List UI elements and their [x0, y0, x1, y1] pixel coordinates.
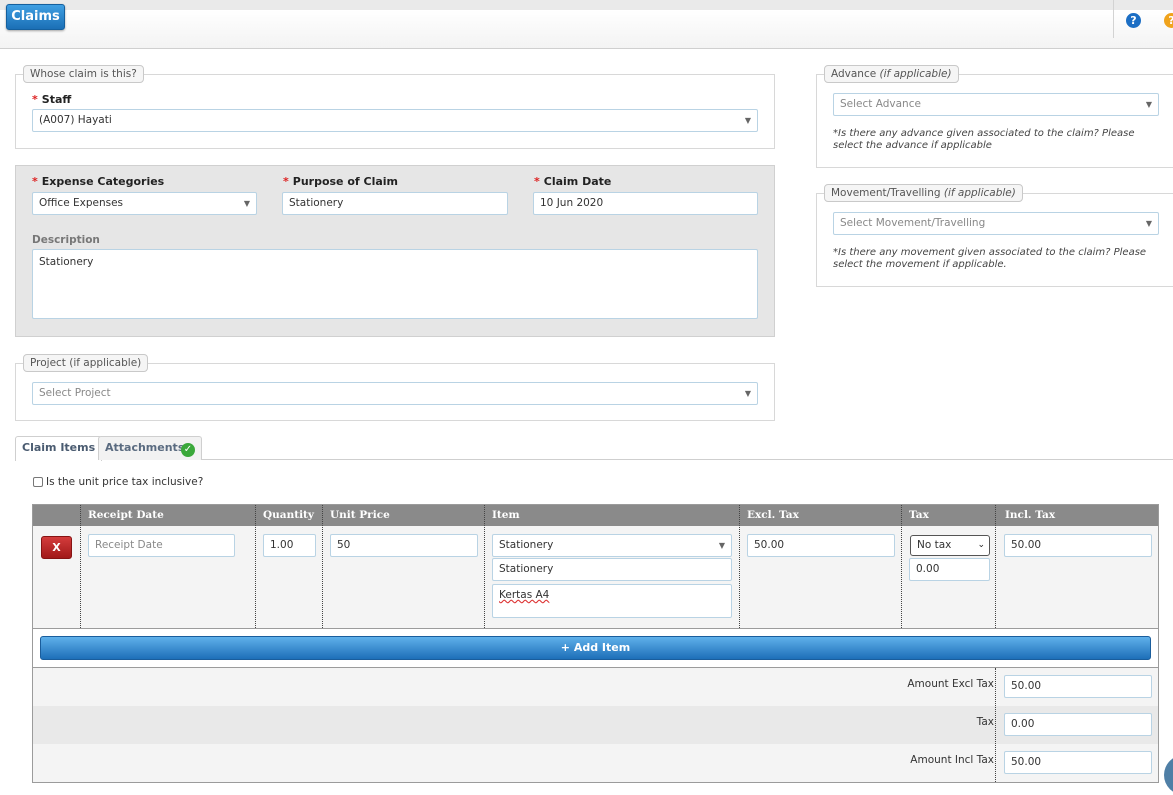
tax-inclusive-checkbox[interactable] [33, 477, 43, 487]
item-name-input[interactable]: Stationery [492, 558, 732, 581]
project-legend: Project (if applicable) [23, 354, 149, 372]
tax-select-value: No tax [917, 539, 952, 551]
chevron-down-icon: ▼ [718, 541, 725, 550]
advance-panel [816, 74, 1173, 168]
staff-label: * Staff [32, 93, 72, 106]
column-divider [901, 505, 902, 628]
item-select-value: Stationery [499, 539, 554, 551]
expense-categories-label: * Expense Categories [32, 175, 165, 188]
unit-price-input[interactable]: 50 [330, 534, 478, 557]
summary-row-tax: Tax 0.00 [33, 706, 1158, 744]
chevron-down-icon: ▼ [1145, 100, 1152, 109]
advance-placeholder: Select Advance [840, 98, 921, 110]
purpose-label: * Purpose of Claim [283, 175, 399, 188]
column-divider [995, 668, 996, 782]
column-divider [739, 505, 740, 628]
movement-note: *Is there any movement given associated … [833, 247, 1147, 270]
description-label: Description [32, 234, 100, 246]
staff-value: (A007) Hayati [39, 114, 112, 126]
receipt-date-input[interactable]: Receipt Date [88, 534, 235, 557]
tax-select[interactable]: No tax ⌄ [910, 535, 990, 556]
checkmark-icon: ✓ [181, 443, 195, 457]
column-divider [322, 505, 323, 628]
column-divider [80, 505, 81, 628]
claim-items-table: Receipt Date Quantity Unit Price Item Ex… [32, 504, 1159, 783]
tax-total-label: Tax [976, 716, 994, 728]
amount-excl-label: Amount Excl Tax [907, 678, 994, 690]
quantity-input[interactable]: 1.00 [263, 534, 316, 557]
summary-row-incl: Amount Incl Tax 50.00 [33, 744, 1158, 782]
item-description-textarea[interactable]: Kertas A4 [492, 584, 732, 618]
header-unit-price: Unit Price [330, 509, 390, 521]
column-divider [484, 505, 485, 628]
delete-row-button[interactable]: X [41, 536, 72, 559]
summary-row-excl: Amount Excl Tax 50.00 [33, 668, 1158, 706]
claim-date-label: * Claim Date [534, 175, 612, 188]
top-divider [1113, 0, 1114, 38]
movement-select[interactable]: Select Movement/Travelling ▼ [833, 212, 1159, 235]
chevron-down-icon: ▼ [243, 199, 250, 208]
item-select[interactable]: Stationery ▼ [492, 534, 732, 557]
tax-inclusive-label: Is the unit price tax inclusive? [46, 476, 204, 488]
help-icon[interactable]: ? [1126, 13, 1141, 28]
expense-categories-select[interactable]: Office Expenses ▼ [32, 192, 257, 215]
item-description-value: Kertas A4 [499, 589, 550, 601]
staff-select[interactable]: (A007) Hayati ▼ [32, 109, 758, 132]
amount-incl-input[interactable]: 50.00 [1004, 751, 1152, 774]
header-incl-tax: Incl. Tax [1005, 509, 1056, 521]
column-divider [995, 505, 996, 628]
tax-amount-input[interactable]: 0.00 [909, 558, 990, 581]
advance-legend: Advance (if applicable) [824, 65, 959, 83]
whose-claim-legend: Whose claim is this? [23, 65, 144, 83]
chevron-down-icon: ▼ [744, 116, 751, 125]
column-divider [255, 505, 256, 628]
excl-tax-input[interactable]: 50.00 [747, 534, 895, 557]
amount-incl-label: Amount Incl Tax [910, 754, 994, 766]
tab-attachments-label: Attachments [105, 441, 185, 454]
expense-categories-value: Office Expenses [39, 197, 124, 209]
row-divider [33, 628, 1158, 629]
notification-icon[interactable]: ? [1164, 13, 1173, 28]
description-textarea[interactable]: Stationery [32, 249, 758, 319]
table-header: Receipt Date Quantity Unit Price Item Ex… [33, 505, 1158, 526]
movement-legend: Movement/Travelling (if applicable) [824, 184, 1023, 202]
tab-claim-items[interactable]: Claim Items [15, 436, 103, 461]
top-bar [0, 0, 1173, 49]
incl-tax-input[interactable]: 50.00 [1004, 534, 1152, 557]
amount-excl-input[interactable]: 50.00 [1004, 675, 1152, 698]
chevron-down-icon: ▼ [1145, 219, 1152, 228]
project-select[interactable]: Select Project ▼ [32, 382, 758, 405]
header-quantity: Quantity [263, 509, 315, 521]
advance-note: *Is there any advance given associated t… [833, 128, 1135, 151]
tax-total-input[interactable]: 0.00 [1004, 713, 1152, 736]
floating-action-button[interactable] [1164, 755, 1173, 795]
claims-title-button[interactable]: Claims [6, 4, 65, 30]
header-receipt-date: Receipt Date [88, 509, 164, 521]
movement-panel [816, 193, 1173, 287]
header-tax: Tax [909, 509, 929, 521]
chevron-down-icon: ⌄ [977, 540, 985, 550]
project-placeholder: Select Project [39, 387, 111, 399]
movement-placeholder: Select Movement/Travelling [840, 217, 986, 229]
header-item: Item [492, 509, 520, 521]
add-item-button[interactable]: + Add Item [40, 636, 1151, 660]
advance-select[interactable]: Select Advance ▼ [833, 93, 1159, 116]
claim-date-input[interactable]: 10 Jun 2020 [533, 192, 758, 215]
purpose-input[interactable]: Stationery [282, 192, 508, 215]
chevron-down-icon: ▼ [744, 389, 751, 398]
header-excl-tax: Excl. Tax [747, 509, 799, 521]
